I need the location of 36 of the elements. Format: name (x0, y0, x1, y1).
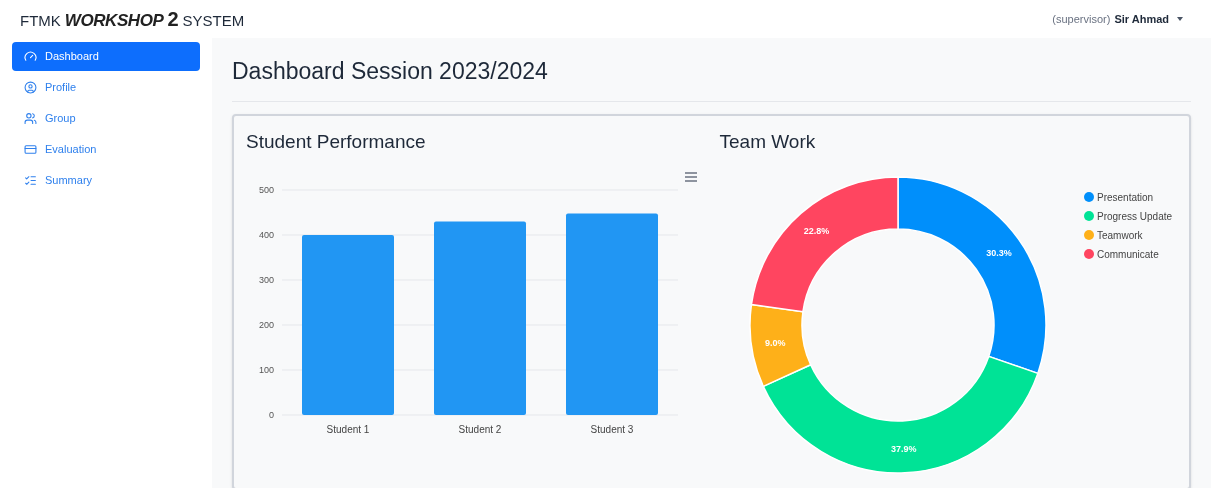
axis-tick-label: 100 (258, 365, 274, 375)
slice-value-label: 37.9% (890, 443, 917, 454)
legend-label[interactable]: Presentation (1096, 191, 1153, 203)
user-icon (24, 81, 37, 94)
legend-label[interactable]: Teamwork (1096, 229, 1143, 241)
slice-value-label: 9.0% (764, 337, 786, 348)
panel-title: Student Performance (246, 129, 427, 154)
category-label: Student 3 (590, 424, 634, 435)
axis-tick-label: 400 (258, 230, 274, 240)
brand-text: SYSTEM (182, 11, 245, 31)
axis-tick-label: 500 (258, 185, 274, 195)
card-icon (24, 143, 37, 156)
panel-title: Team Work (719, 129, 817, 154)
menu-icon[interactable] (684, 172, 698, 182)
sidebar-item[interactable]: Group (12, 104, 200, 133)
axis-tick-label: 300 (258, 275, 274, 285)
slice-value-label: 30.3% (985, 248, 1012, 259)
list-icon (24, 174, 37, 187)
brand-text: FTMK (20, 11, 61, 31)
brand-logo-number: 2 (167, 7, 179, 32)
user-menu[interactable]: (supervisor) Sir Ahmad (1052, 10, 1191, 28)
sidebar-item[interactable]: Summary (12, 166, 200, 195)
sidebar-item[interactable]: Dashboard (12, 42, 200, 71)
legend-label[interactable]: Progress Update (1096, 210, 1172, 222)
axis-tick-label: 200 (258, 320, 274, 330)
category-label: Student 2 (458, 424, 502, 435)
gauge-icon (24, 50, 37, 63)
axis-tick-label: 0 (269, 410, 274, 420)
category-label: Student 1 (326, 424, 370, 435)
slice-value-label: 22.8% (803, 226, 829, 237)
sidebar-item[interactable]: Profile (12, 73, 200, 102)
page-title: Dashboard Session 2023/2024 (232, 54, 1191, 102)
sidebar-item[interactable]: Evaluation (12, 135, 200, 164)
brand-logo-text: WORKSHOP (64, 10, 164, 32)
legend-label[interactable]: Communicate (1096, 248, 1159, 260)
users-icon (24, 112, 37, 125)
